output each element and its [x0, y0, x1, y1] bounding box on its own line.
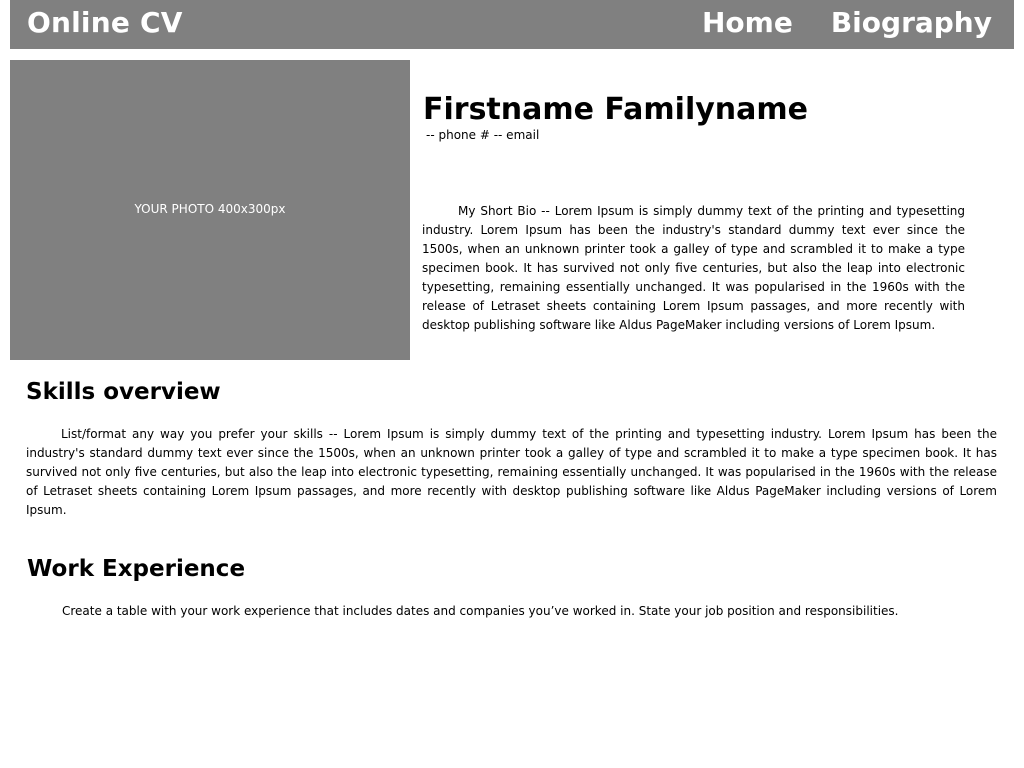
photo-placeholder-label: YOUR PHOTO 400x300px: [134, 202, 286, 216]
cv-page: Online CV Home Biography YOUR PHOTO 400x…: [0, 0, 1024, 768]
nav-biography-link[interactable]: Biography: [831, 6, 992, 39]
profile-name: Firstname Familyname: [423, 92, 808, 127]
nav-home-link[interactable]: Home: [702, 6, 793, 39]
profile-photo-placeholder: YOUR PHOTO 400x300px: [10, 60, 410, 360]
skills-section-text: List/format any way you prefer your skil…: [26, 427, 997, 517]
work-experience-title: Work Experience: [27, 556, 246, 582]
work-experience-text: Create a table with your work experience…: [62, 604, 899, 618]
main-nav: Home Biography: [702, 6, 992, 39]
top-navigation-bar: Online CV Home Biography: [10, 0, 1014, 49]
short-bio-text: My Short Bio -- Lorem Ipsum is simply du…: [422, 204, 965, 332]
site-brand-link[interactable]: Online CV: [27, 6, 183, 39]
skills-section-title: Skills overview: [26, 379, 221, 405]
profile-contact: -- phone # -- email: [426, 128, 540, 142]
